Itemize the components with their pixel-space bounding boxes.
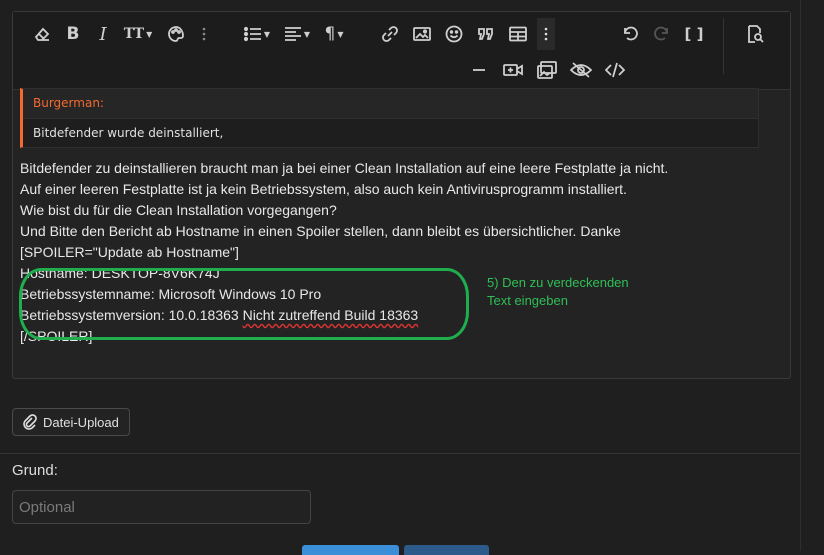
brackets-icon[interactable]: [ ]: [681, 22, 707, 46]
annotation-line: 5) Den zu verdeckenden: [487, 275, 629, 290]
content-line: Wie bist du für die Clean Installation v…: [20, 202, 337, 218]
editor-toolbar: B I TT ▼ ▼ ▼ ¶ ▼ []: [13, 12, 790, 90]
save-button[interactable]: [302, 545, 399, 555]
chevron-down-icon: ▼: [263, 29, 271, 39]
content-line: Und Bitte den Bericht ab Hostname in ein…: [20, 223, 621, 239]
spoiler-icon[interactable]: [569, 58, 593, 82]
link-icon[interactable]: [379, 22, 401, 46]
paragraph-label: ¶: [324, 24, 336, 44]
eraser-icon[interactable]: [31, 22, 53, 46]
chevron-down-icon: ▼: [146, 29, 153, 39]
toolbar-separator: [723, 18, 724, 74]
content-line: Auf einer leeren Festplatte ist ja kein …: [20, 181, 627, 197]
more-vertical-icon[interactable]: [537, 18, 555, 50]
reason-label: Grund:: [12, 462, 58, 479]
list-icon[interactable]: ▼: [241, 22, 273, 46]
image-icon[interactable]: [411, 22, 433, 46]
redo-icon[interactable]: [651, 22, 673, 46]
font-size-label: TT: [123, 26, 145, 42]
gallery-icon[interactable]: [535, 58, 559, 82]
horizontal-rule-icon[interactable]: [469, 58, 489, 82]
palette-icon[interactable]: [165, 22, 187, 46]
table-icon[interactable]: [507, 22, 529, 46]
reason-input[interactable]: [12, 490, 311, 524]
more-vertical-icon[interactable]: [197, 22, 211, 46]
section-divider: [0, 453, 800, 454]
chevron-down-icon: ▼: [337, 29, 344, 39]
preview-button[interactable]: [404, 545, 489, 555]
smiley-icon[interactable]: [443, 22, 465, 46]
italic-icon[interactable]: I: [93, 22, 113, 46]
file-upload-label: Datei-Upload: [43, 414, 119, 430]
bold-icon[interactable]: B: [63, 22, 83, 46]
quote-text: Bitdefender wurde deinstalliert,: [23, 119, 758, 147]
annotation-line: Text eingeben: [487, 293, 568, 308]
paragraph-icon[interactable]: ¶ ▼: [319, 22, 349, 46]
font-size-icon[interactable]: TT ▼: [121, 22, 155, 46]
align-icon[interactable]: ▼: [281, 22, 313, 46]
chevron-down-icon: ▼: [303, 29, 311, 39]
media-icon[interactable]: [501, 58, 525, 82]
page-edge-divider: [800, 0, 801, 551]
code-icon[interactable]: [603, 58, 627, 82]
paperclip-icon: [23, 414, 37, 430]
file-upload-button[interactable]: Datei-Upload: [12, 408, 130, 436]
preview-icon[interactable]: [743, 22, 767, 46]
content-line: Bitdefender zu deinstallieren braucht ma…: [20, 160, 669, 176]
content-line: [SPOILER="Update ab Hostname"]: [20, 244, 239, 260]
quote-block: Burgerman: Bitdefender wurde deinstallie…: [20, 88, 759, 148]
annotation-note: 5) Den zu verdeckenden Text eingeben: [487, 274, 629, 310]
highlight-ellipse: [19, 268, 469, 340]
quote-author: Burgerman:: [23, 89, 758, 119]
undo-icon[interactable]: [619, 22, 641, 46]
quote-icon[interactable]: [475, 22, 497, 46]
